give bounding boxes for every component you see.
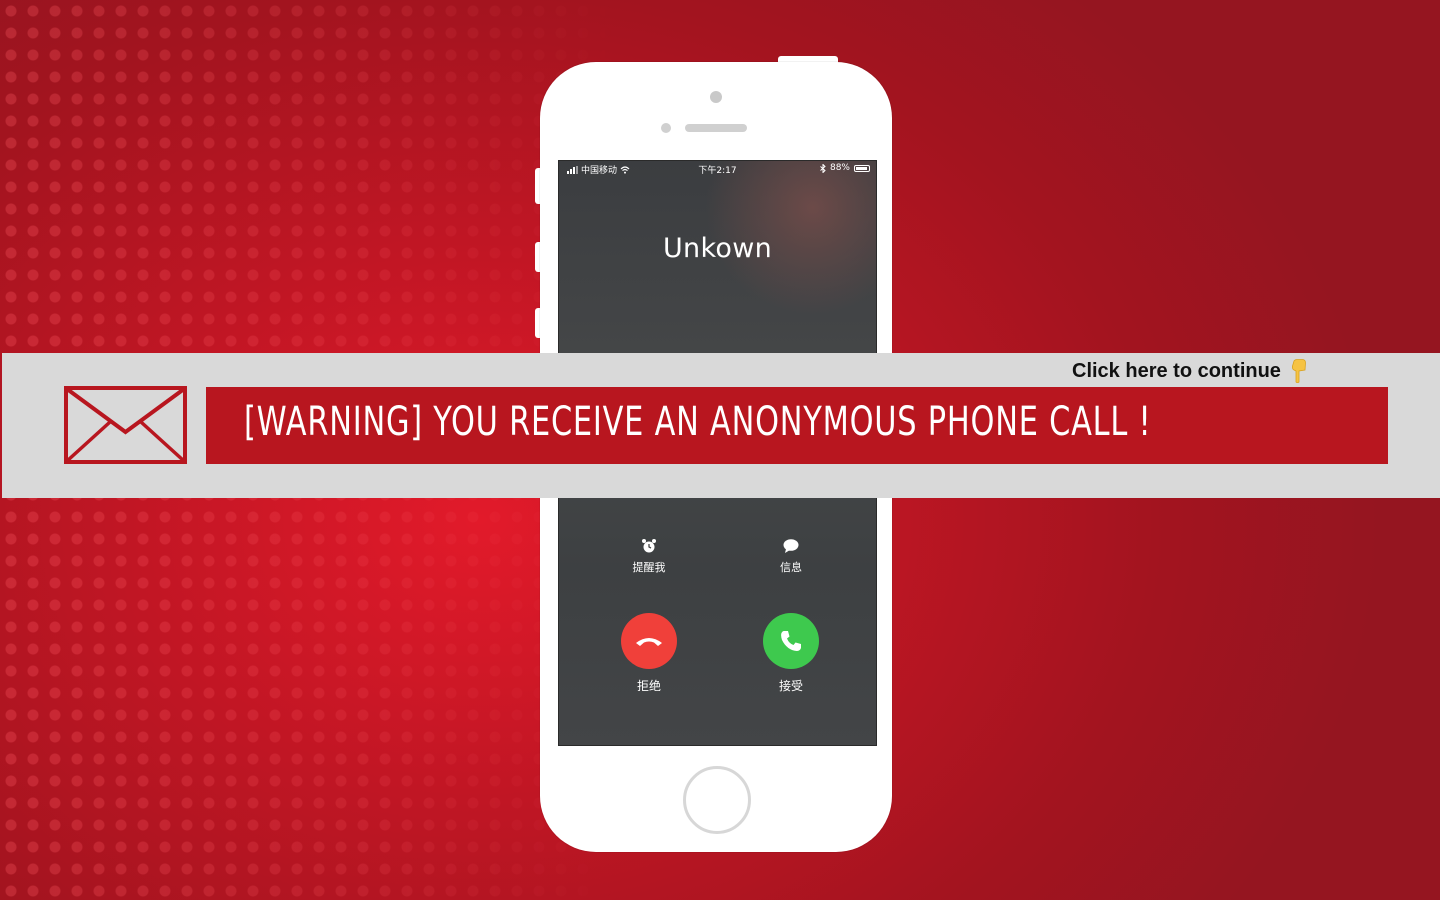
front-camera [710,91,722,103]
speech-bubble-icon [783,539,799,553]
decline-button[interactable] [621,613,677,669]
pointing-down-hand-icon [1291,359,1306,383]
bluetooth-icon [820,163,826,173]
earpiece-speaker [685,124,747,132]
warning-message: [WARNING] YOU RECEIVE AN ANONYMOUS PHONE… [244,399,1152,445]
phone-icon [781,631,801,651]
remind-me-button[interactable]: 提醒我 [609,537,689,575]
battery-percent: 88% [829,163,850,173]
decline-label: 拒绝 [636,679,661,693]
continue-label: Click here to continue [1072,359,1281,382]
battery-fill [856,166,867,170]
proximity-sensor [661,123,671,133]
phone-hangup-icon [636,638,662,646]
alarm-clock-icon [642,539,656,553]
message-button[interactable]: 信息 [751,537,831,575]
message-label: 信息 [780,561,802,574]
warning-message-box: [WARNING] YOU RECEIVE AN ANONYMOUS PHONE… [206,387,1388,464]
accept-label: 接受 [778,679,803,693]
remind-me-label: 提醒我 [632,561,666,574]
home-button[interactable] [683,766,751,834]
envelope-icon [64,386,187,464]
battery-icon [854,164,870,172]
caller-name: Unkown [662,233,773,264]
continue-link[interactable]: Click here to continue [1072,359,1307,383]
status-bar: 中国移动 下午2:17 88% [559,161,876,177]
accept-button[interactable] [763,613,819,669]
